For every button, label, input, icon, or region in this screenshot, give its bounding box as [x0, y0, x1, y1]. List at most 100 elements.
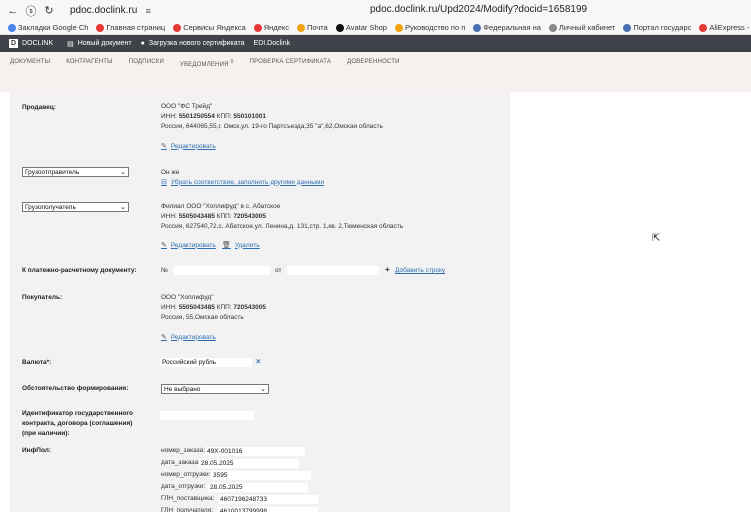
upload-certificate-link[interactable]: ● Загрузка нового сертификата [141, 40, 245, 47]
infopol-value-input[interactable]: 28.05.2025 [199, 459, 299, 468]
circumstance-select-value: Не выбрано [164, 385, 201, 393]
consignee-edit-link[interactable]: ✎ Редактировать [161, 241, 216, 250]
chevron-down-icon: ⌄ [120, 169, 126, 176]
payment-doc-label: К платежно-расчетному документу: [22, 267, 137, 274]
circumstance-label: Обстоятельство формирования: [22, 385, 129, 392]
infopol-key: дата_заказа: [161, 459, 200, 466]
site-info-icon[interactable]: ⓢ [24, 4, 38, 18]
bookmark-item[interactable]: AliExpress - инте [699, 23, 751, 32]
buyer-name: ООО "Хоплифуд" [161, 294, 214, 301]
tune-icon[interactable]: ≡ [143, 6, 153, 16]
bookmark-label: Главная страниц [106, 23, 166, 32]
menu-certificate-check-label: ПРОВЕРКА СЕРТИФИКАТА [249, 59, 332, 65]
menu-notifications[interactable]: УВЕДОМЛЕНИЯ 0 [180, 59, 234, 68]
payment-doc-number-label: № [161, 267, 168, 274]
new-document-link[interactable]: ▤ Новый документ [67, 40, 132, 48]
infopol-value-input[interactable]: 28.05.2025 [208, 483, 308, 492]
seller-inn-kpp: ИНН: 5501250554 КПП: 550101001 [161, 113, 266, 121]
bookmarks-bar: Закладки Google Ch Главная страниц Сервисы… [0, 21, 751, 35]
bookmark-item[interactable]: Закладки Google Ch [8, 23, 88, 32]
doclink-logo-icon[interactable]: D [9, 39, 18, 48]
bookmark-favicon-icon [548, 23, 557, 32]
consignee-delete-label: Удалить [234, 241, 260, 249]
menu-subscriptions[interactable]: ПОДПИСКИ [129, 59, 164, 65]
pencil-icon: ✎ [161, 334, 167, 341]
menu-notifications-label: УВЕДОМЛЕНИЯ [179, 62, 229, 68]
edi-doclink-label: EDI.Doclink [253, 40, 291, 47]
menu-powers-of-attorney[interactable]: ДОВЕРЕННОСТИ [347, 59, 400, 65]
new-document-label: Новый документ [77, 40, 132, 47]
bookmark-item[interactable]: Портал государс [623, 23, 691, 32]
seller-address: Россия, 644065,55,г. Омск,ул. 19-го Парт… [161, 123, 384, 131]
consignee-delete-link[interactable]: 🗑 Удалить [222, 241, 260, 250]
consignee-select[interactable]: Грузополучатель ⌄ [22, 202, 129, 212]
document-icon: ▤ [67, 40, 74, 48]
infopol-value-input[interactable]: 4607196248733 [218, 495, 318, 504]
bookmark-favicon-icon [699, 23, 708, 32]
menu-certificate-check[interactable]: ПРОВЕРКА СЕРТИФИКАТА [250, 59, 331, 65]
bookmark-item[interactable]: Федеральная на [473, 23, 541, 32]
clear-currency-icon[interactable]: × [256, 357, 261, 366]
infopol-value-input[interactable]: 4610013799998 [218, 507, 318, 512]
seller-edit-label: Редактировать [170, 142, 216, 150]
seller-details: ООО "ФС Трейд" ИНН: 5501250554 КПП: 5501… [161, 102, 383, 132]
chevron-down-icon: ⌄ [120, 204, 126, 211]
menu-documents-label: ДОКУМЕНТЫ [10, 59, 51, 65]
bookmark-item[interactable]: Главная страниц [96, 23, 165, 32]
trash-icon: 🗑 [222, 242, 231, 249]
consignee-details: Филиал ООО "Хоплифуд" в с. Абатское ИНН:… [161, 202, 403, 232]
buyer-address: Россия, 55,Омская область [161, 314, 244, 322]
chevron-down-icon: ⌄ [260, 386, 266, 393]
bookmark-label: Закладки Google Ch [18, 23, 89, 32]
menu-documents[interactable]: ДОКУМЕНТЫ [10, 59, 50, 65]
url-full[interactable]: pdoc.doclink.ru/Upd2024/Modify?docid=165… [370, 4, 587, 15]
circumstance-select[interactable]: Не выбрано ⌄ [161, 384, 269, 394]
bookmark-item[interactable]: Почта [297, 23, 328, 32]
bookmark-label: Личный кабинет [558, 23, 616, 32]
menu-counterparties[interactable]: КОНТРАГЕНТЫ [66, 59, 112, 65]
bookmark-label: Avatar Shop [345, 23, 387, 32]
buyer-label: Покупатель: [22, 294, 63, 301]
page-content: Продавец: ООО "ФС Трейд" ИНН: 5501250554… [0, 92, 751, 512]
bookmark-item[interactable]: Руководство по п [394, 23, 465, 32]
currency-label: Валюта*: [22, 359, 52, 366]
currency-input[interactable]: Российский рубль [160, 358, 252, 367]
bookmark-label: Почта [307, 23, 328, 32]
shipper-select[interactable]: Грузоотправитель ⌄ [22, 167, 129, 177]
bookmark-label: AliExpress - инте [709, 23, 751, 32]
bookmark-item[interactable]: Сервисы Яндекса [173, 23, 246, 32]
logo-text[interactable]: DOCLINK [22, 40, 53, 47]
buyer-details: ООО "Хоплифуд" ИНН: 5505043485 КПП: 7205… [161, 293, 266, 323]
document-form: Продавец: ООО "ФС Трейд" ИНН: 5501250554… [10, 92, 510, 512]
back-arrow-icon[interactable]: ← [6, 4, 20, 18]
bookmark-favicon-icon [473, 23, 482, 32]
consignee-inn-kpp: ИНН: 5505043485 КПП: 720543005 [161, 213, 266, 221]
url-domain[interactable]: pdoc.doclink.ru [70, 5, 137, 16]
add-row-link[interactable]: Добавить строку [395, 267, 445, 274]
edi-doclink-link[interactable]: EDI.Doclink [254, 40, 291, 47]
plus-icon[interactable]: + [385, 265, 390, 274]
bookmark-favicon-icon [335, 23, 344, 32]
consignee-address: Россия, 627540,72,с. Абатское,ул. Ленина… [161, 223, 404, 231]
bookmark-item[interactable]: Avatar Shop [335, 23, 387, 32]
bookmark-favicon-icon [173, 23, 182, 32]
bookmark-label: Федеральная на [483, 23, 541, 32]
infopol-key: номер_отгрузки: [161, 471, 211, 478]
contract-id-input[interactable] [160, 411, 254, 420]
bookmark-item[interactable]: Личный кабинет [548, 23, 616, 32]
infopol-value-input[interactable]: 49Х-001016 [205, 447, 305, 456]
infopol-value-input[interactable]: 3595 [211, 471, 311, 480]
bookmark-favicon-icon [96, 23, 105, 32]
main-menu: ДОКУМЕНТЫ КОНТРАГЕНТЫ ПОДПИСКИ УВЕДОМЛЕН… [0, 52, 751, 92]
reload-icon[interactable]: ↻ [42, 4, 56, 18]
seller-edit-link[interactable]: ✎ Редактировать [161, 142, 216, 151]
payment-doc-number-input[interactable] [174, 266, 270, 275]
shipper-remove-link[interactable]: ⊟ Убрать соответствие, заполнить другими … [161, 178, 324, 187]
bookmark-favicon-icon [623, 23, 632, 32]
bookmark-label: Яндекс [263, 23, 289, 32]
pencil-icon: ✎ [161, 143, 167, 150]
bookmark-item[interactable]: Яндекс [253, 23, 289, 32]
buyer-edit-link[interactable]: ✎ Редактировать [161, 333, 216, 342]
menu-powers-of-attorney-label: ДОВЕРЕННОСТИ [347, 59, 400, 65]
payment-doc-date-input[interactable] [287, 266, 379, 275]
